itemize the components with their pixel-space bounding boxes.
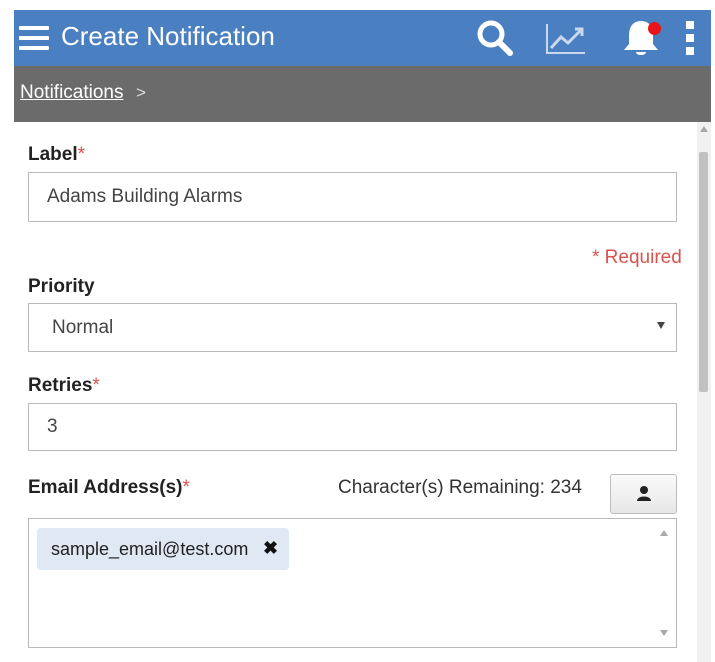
retries-input-value: 3 [47,416,58,437]
required-asterisk: * [77,144,86,165]
label-input[interactable]: Adams Building Alarms [28,172,677,222]
email-box-scrollbar[interactable] [651,519,677,647]
create-notification-screen: Create Notification Notifications > Labe… [14,10,711,662]
required-asterisk: * [92,375,100,396]
retries-title-text: Retries [28,375,93,396]
scroll-down-icon[interactable] [660,630,668,636]
breadcrumb-link-notifications[interactable]: Notifications [20,82,124,104]
app-header: Create Notification [14,10,711,66]
search-icon[interactable] [474,18,516,58]
dropdown-arrow-icon [657,322,665,329]
retries-field-label: Retries* [28,375,100,397]
person-icon [637,486,651,501]
chevron-right-icon: > [136,83,146,102]
page-title: Create Notification [61,21,275,51]
notifications-button[interactable] [619,18,663,58]
required-asterisk: * [182,477,190,498]
select-contact-button[interactable] [610,474,677,514]
close-icon[interactable]: ✖ [263,538,278,558]
label-input-value: Adams Building Alarms [47,186,243,207]
scroll-up-icon[interactable] [660,530,668,536]
priority-select[interactable]: Normal [28,303,677,352]
notification-dot [648,22,661,35]
priority-selected-value: Normal [52,317,114,338]
scrollbar-thumb[interactable] [699,152,708,392]
label-field-label: Label* [28,144,85,166]
label-title-text: Label [28,144,78,165]
email-chip-text: sample_email@test.com [51,539,249,559]
characters-remaining: Character(s) Remaining: 234 [338,477,582,498]
email-field-label: Email Address(s)* [28,477,190,499]
scroll-up-icon[interactable] [700,126,708,132]
required-note: * Required [592,247,682,268]
priority-field-label: Priority [28,276,95,297]
breadcrumb: Notifications > [14,66,711,122]
trend-chart-icon[interactable] [544,18,588,58]
kebab-menu-icon[interactable] [680,18,702,58]
menu-icon[interactable] [18,22,50,54]
retries-input[interactable]: 3 [28,403,677,451]
email-chip[interactable]: sample_email@test.com ✖ [37,528,289,570]
page-scrollbar[interactable] [697,122,711,662]
email-title-text: Email Address(s) [28,477,183,498]
email-address-input[interactable]: sample_email@test.com ✖ [28,518,677,648]
